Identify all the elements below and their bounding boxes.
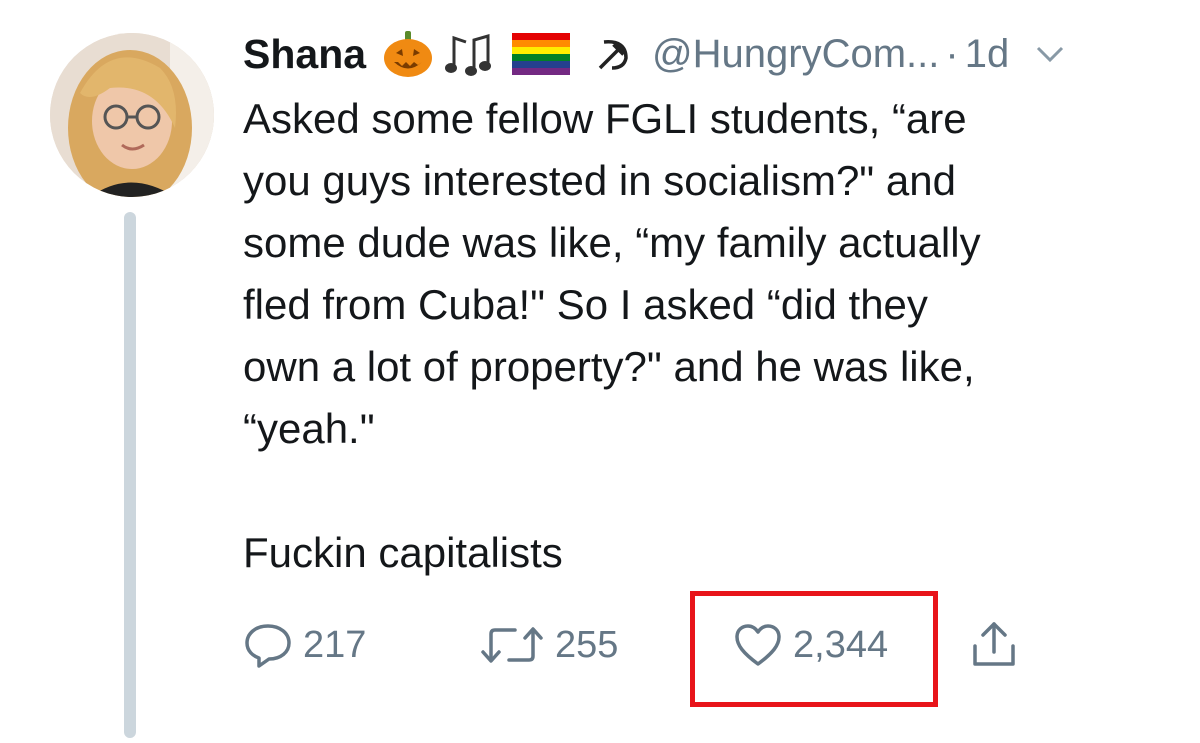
name-emojis (382, 29, 634, 79)
header-separator: · (945, 31, 959, 76)
tweet-timestamp[interactable]: 1d (965, 32, 1010, 77)
reply-button[interactable]: 217 (243, 615, 366, 675)
tweet-header: Shana @HungryCom... · 1d (243, 28, 1183, 80)
share-button[interactable] (969, 615, 1019, 675)
more-options-button[interactable] (1035, 44, 1065, 64)
retweet-icon (481, 627, 543, 663)
author-avatar[interactable] (50, 33, 214, 197)
tweet-text-tail: Fuckin capitalists (243, 529, 563, 576)
tweet-text: Asked some fellow FGLI students, “are yo… (243, 95, 981, 452)
like-highlight-box (690, 591, 938, 707)
avatar-image (50, 33, 214, 197)
chevron-down-icon (1037, 46, 1064, 63)
reply-icon (245, 624, 291, 668)
author-name[interactable]: Shana (243, 31, 366, 78)
retweet-button[interactable]: 255 (479, 615, 618, 675)
hammer-and-sickle-icon (598, 40, 628, 70)
reply-count: 217 (303, 623, 367, 666)
thread-line (124, 212, 136, 738)
retweet-count: 255 (555, 623, 619, 666)
author-handle[interactable]: @HungryCom... (652, 32, 939, 77)
share-icon (973, 622, 1015, 666)
jack-o-lantern-icon (384, 31, 433, 77)
musical-notes-icon (445, 34, 492, 76)
rainbow-flag-icon (512, 33, 571, 75)
